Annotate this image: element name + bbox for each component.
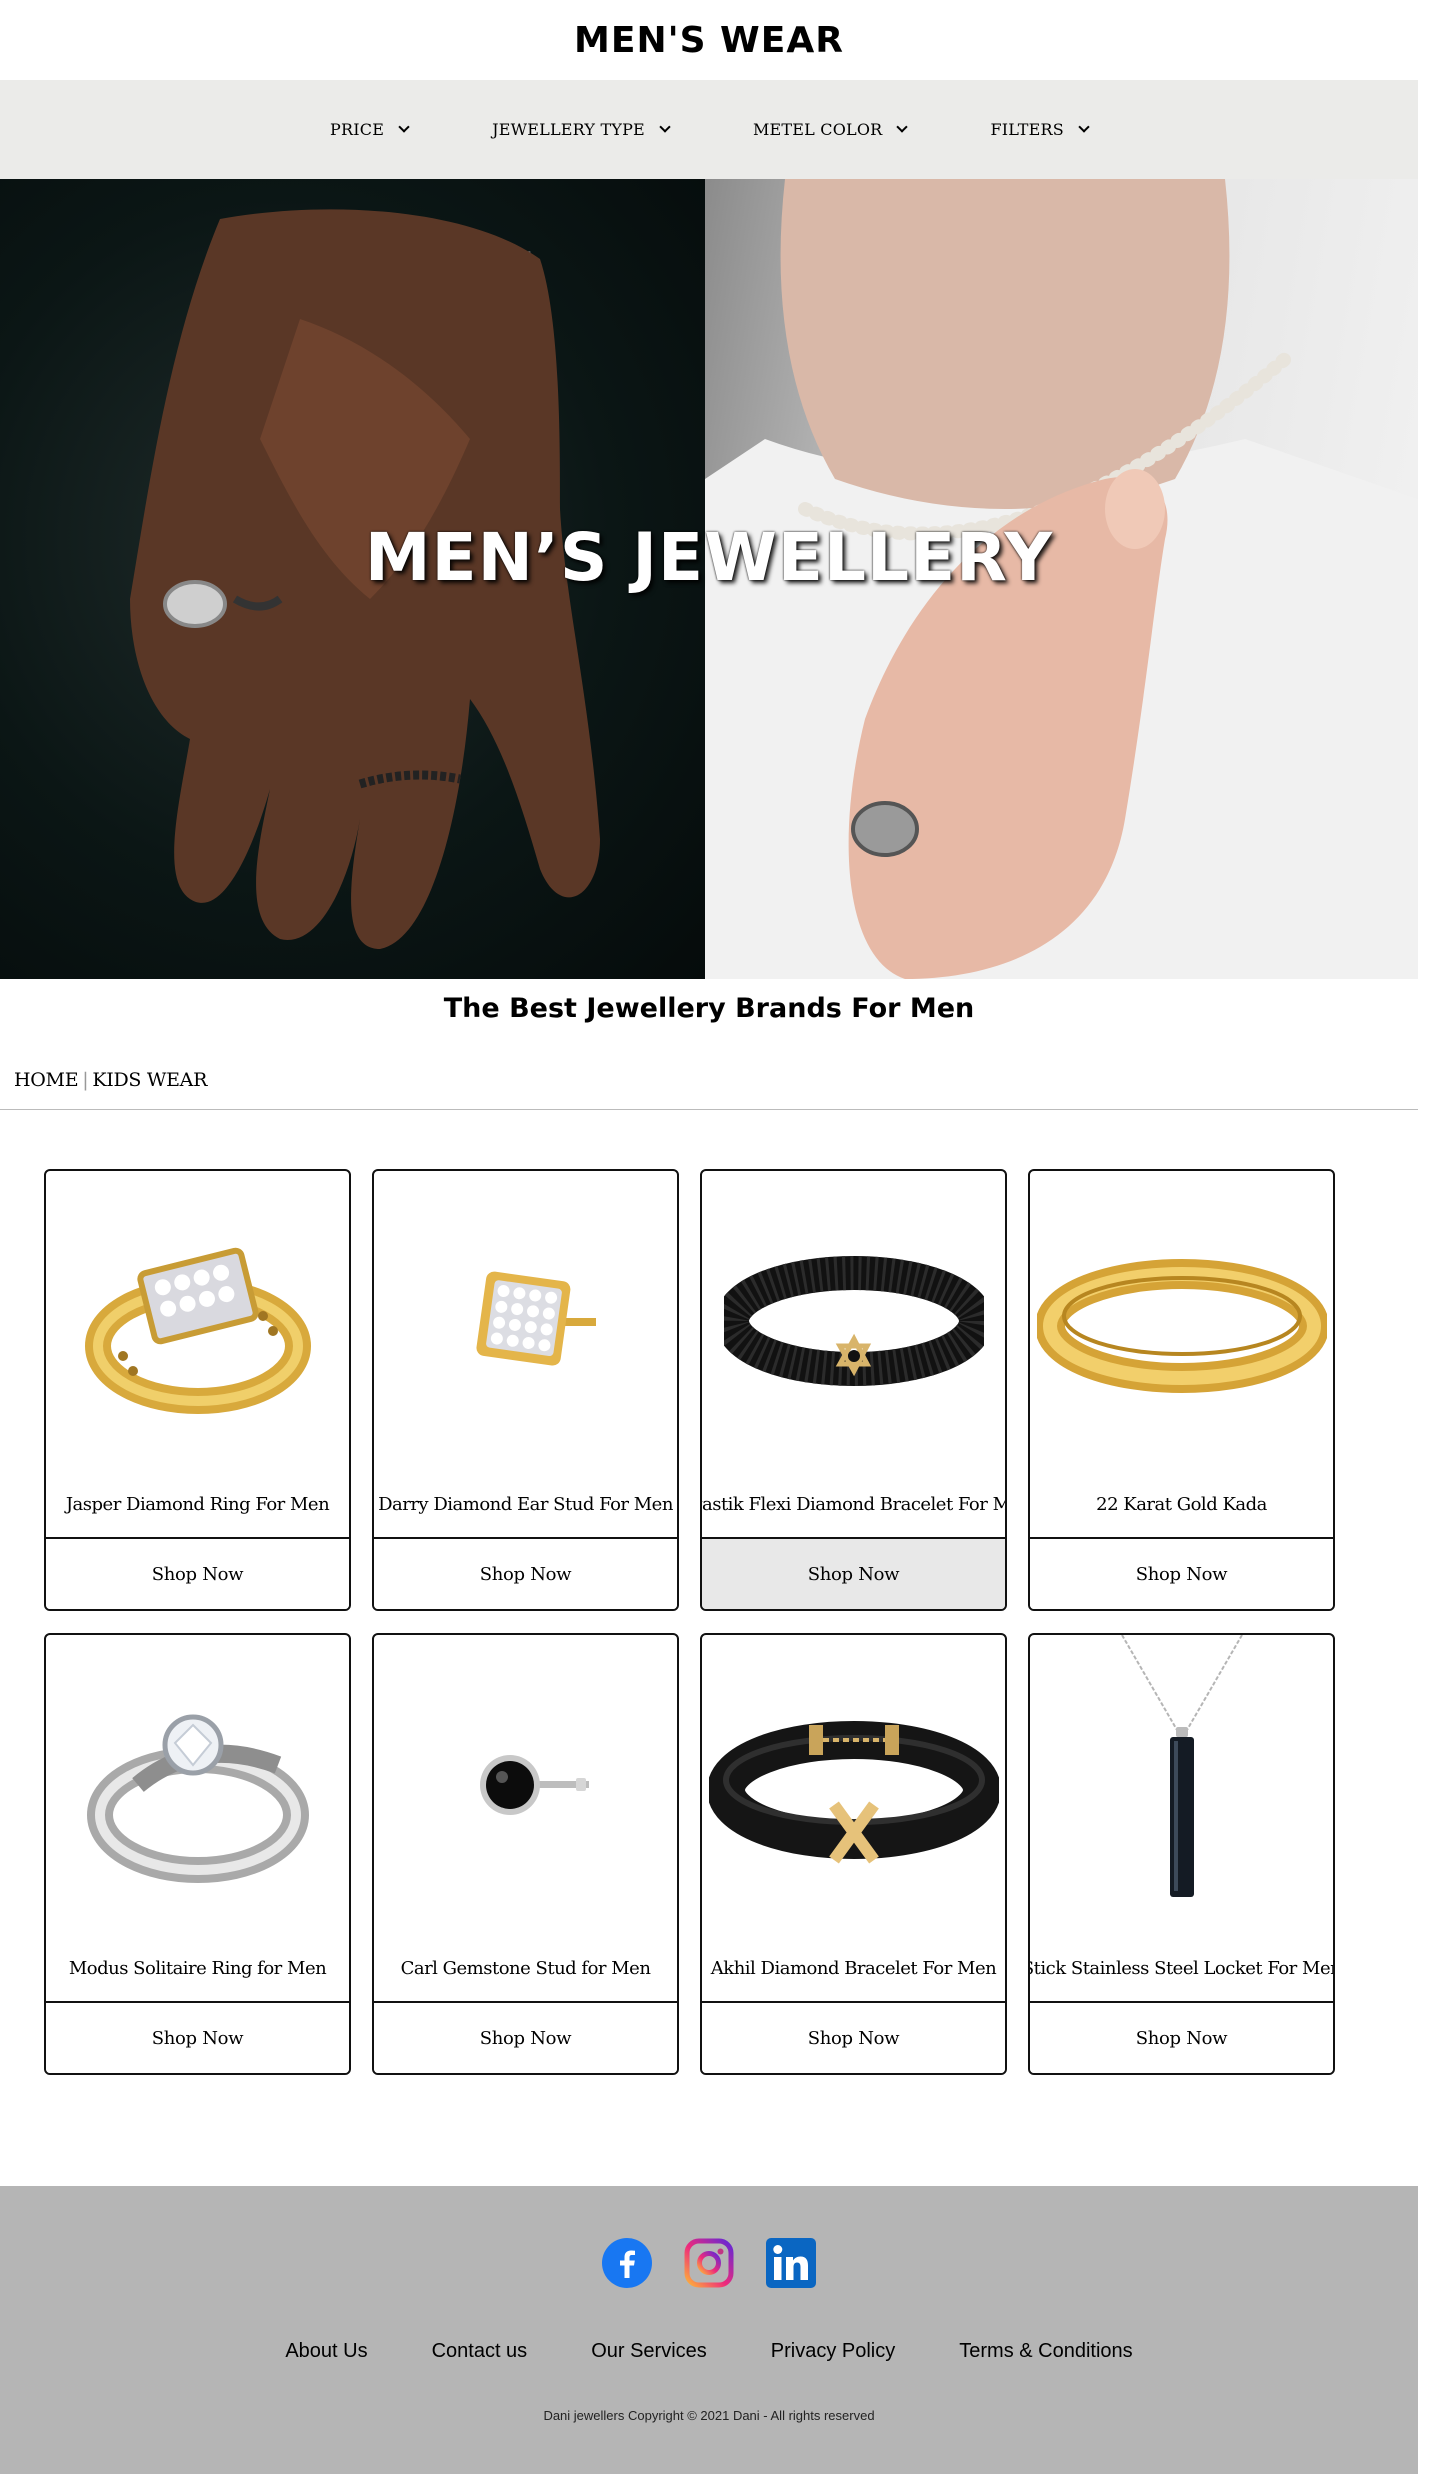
product-name: Jasper Diamond Ring For Men	[65, 1493, 330, 1515]
black-leather-bracelet-icon	[708, 1721, 999, 1864]
shop-now-button[interactable]: Shop Now	[702, 2001, 1005, 2073]
tagline: The Best Jewellery Brands For Men	[443, 993, 975, 1024]
product-name: Carl Gemstone Stud for Men	[400, 1957, 651, 1979]
filter-label: FILTERS	[990, 120, 1064, 139]
footer-link-privacy[interactable]: Privacy Policy	[771, 2340, 895, 2363]
product-image[interactable]	[702, 1635, 1005, 1935]
filter-label: PRICE	[330, 120, 385, 139]
page: MEN'S WEAR PRICE JEWELLERY TYPE METEL CO…	[0, 0, 1418, 2075]
site-footer: About Us Contact us Our Services Privacy…	[0, 2186, 1418, 2474]
chevron-down-icon	[1078, 121, 1090, 133]
product-card: Modus Solitaire Ring for Men Shop Now	[44, 1633, 351, 2075]
footer-link-contact[interactable]: Contact us	[432, 2340, 528, 2363]
product-image[interactable]	[374, 1635, 677, 1935]
product-name: 22 Karat Gold Kada	[1096, 1493, 1267, 1515]
product-image[interactable]	[1030, 1635, 1333, 1935]
shop-now-button[interactable]: Shop Now	[46, 2001, 349, 2073]
product-image[interactable]	[702, 1171, 1005, 1471]
product-card: 22 Karat Gold Kada Shop Now	[1028, 1169, 1335, 1611]
product-name: Stick Stainless Steel Locket For Men	[1028, 1957, 1335, 1979]
hero-title: MEN’S JEWELLERY	[364, 519, 1054, 596]
filter-jewellery-type[interactable]: JEWELLERY TYPE	[492, 120, 671, 139]
footer-link-services[interactable]: Our Services	[591, 2340, 707, 2363]
product-name: Akhil Diamond Bracelet For Men	[710, 1957, 997, 1979]
product-card: Jasper Diamond Ring For Men Shop Now	[44, 1169, 351, 1611]
product-name: Darry Diamond Ear Stud For Men	[378, 1493, 673, 1515]
gold-square-stud-icon	[475, 1271, 596, 1366]
product-card: Akhil Diamond Bracelet For Men Shop Now	[700, 1633, 1007, 2075]
shop-now-button[interactable]: Shop Now	[702, 1537, 1005, 1609]
linkedin-icon[interactable]	[766, 2238, 816, 2288]
breadcrumb-current-link[interactable]: KIDS WEAR	[92, 1069, 207, 1091]
shop-now-button[interactable]: Shop Now	[374, 1537, 677, 1609]
filter-label: JEWELLERY TYPE	[492, 120, 645, 139]
product-grid: Jasper Diamond Ring For Men Shop Now Dar…	[0, 1110, 1418, 2075]
gold-kada-icon	[1036, 1259, 1327, 1393]
product-image[interactable]	[374, 1171, 677, 1471]
product-name: Swastik Flexi Diamond Bracelet For Men	[701, 1493, 1005, 1515]
chevron-down-icon	[398, 121, 410, 133]
site-title: MEN'S WEAR	[574, 19, 844, 61]
product-image[interactable]	[46, 1635, 349, 1935]
filter-price[interactable]: PRICE	[330, 120, 410, 139]
product-image[interactable]	[46, 1171, 349, 1471]
filter-bar: PRICE JEWELLERY TYPE METEL COLOR FILTERS	[0, 80, 1418, 179]
black-star-bracelet-icon	[723, 1256, 984, 1386]
footer-links: About Us Contact us Our Services Privacy…	[0, 2340, 1418, 2363]
product-card: Stick Stainless Steel Locket For Men Sho…	[1028, 1633, 1335, 2075]
gold-diamond-ring-icon	[84, 1247, 311, 1414]
silver-solitaire-ring-icon	[86, 1714, 309, 1883]
shop-now-button[interactable]: Shop Now	[46, 1537, 349, 1609]
footer-link-about[interactable]: About Us	[285, 2340, 367, 2363]
product-card: Darry Diamond Ear Stud For Men Shop Now	[372, 1169, 679, 1611]
shop-now-button[interactable]: Shop Now	[1030, 1537, 1333, 1609]
social-links	[0, 2238, 1418, 2288]
product-name: Modus Solitaire Ring for Men	[68, 1957, 327, 1979]
shop-now-button[interactable]: Shop Now	[1030, 2001, 1333, 2073]
instagram-icon[interactable]	[684, 2238, 734, 2288]
footer-link-terms[interactable]: Terms & Conditions	[959, 2340, 1132, 2363]
chevron-down-icon	[659, 121, 671, 133]
copyright-text: Dani jewellers Copyright © 2021 Dani - A…	[543, 2408, 875, 2423]
site-header: MEN'S WEAR	[0, 0, 1418, 80]
breadcrumb-home-link[interactable]: HOME	[14, 1069, 79, 1091]
filter-filters[interactable]: FILTERS	[990, 120, 1090, 139]
shop-now-button[interactable]: Shop Now	[374, 2001, 677, 2073]
hero-banner: MEN’S JEWELLERY	[0, 179, 1418, 979]
product-card: Carl Gemstone Stud for Men Shop Now	[372, 1633, 679, 2075]
bar-pendant-locket-icon	[1120, 1635, 1243, 1897]
product-card: Swastik Flexi Diamond Bracelet For Men S…	[700, 1169, 1007, 1611]
filter-label: METEL COLOR	[752, 120, 883, 139]
product-image[interactable]	[1030, 1171, 1333, 1471]
breadcrumb-separator: |	[82, 1069, 89, 1091]
breadcrumb: HOME | KIDS WEAR	[0, 1053, 1418, 1109]
black-gemstone-stud-icon	[479, 1755, 589, 1815]
facebook-icon[interactable]	[602, 2238, 652, 2288]
chevron-down-icon	[896, 121, 909, 133]
filter-metal-color[interactable]: METEL COLOR	[752, 120, 909, 139]
